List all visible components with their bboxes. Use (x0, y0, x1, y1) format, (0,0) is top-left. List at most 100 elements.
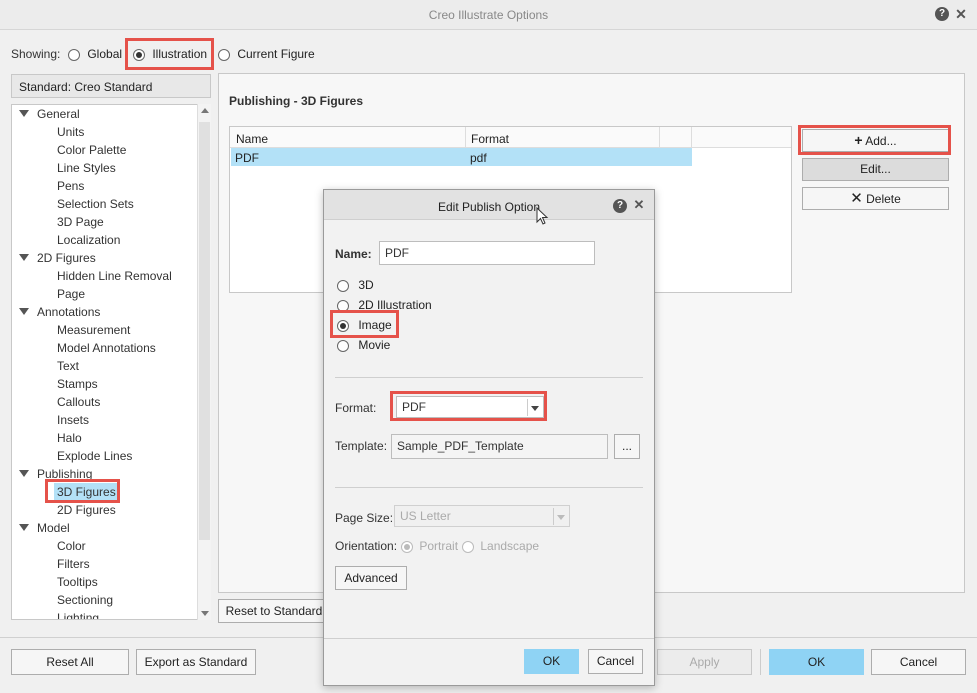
close-icon[interactable]: ✕ (954, 7, 968, 21)
export-as-standard-button[interactable]: Export as Standard (136, 649, 256, 675)
tree-item-3d-page[interactable]: 3D Page (57, 213, 104, 231)
dialog-close-icon[interactable]: ✕ (632, 198, 646, 212)
tree-scrollbar[interactable] (197, 104, 211, 620)
options-tree: General Units Color Palette Line Styles … (11, 104, 211, 620)
add-button[interactable]: + Add... (802, 129, 949, 152)
column-divider (659, 127, 660, 148)
type-movie-option[interactable]: Movie (337, 338, 390, 352)
tree-item-localization[interactable]: Localization (57, 231, 120, 249)
dialog-title: Edit Publish Option (437, 200, 541, 214)
tree-item-color[interactable]: Color (57, 537, 86, 555)
radio-icon[interactable] (337, 279, 349, 292)
dialog-help-icon[interactable]: ? (613, 199, 627, 213)
tree-item-color-palette[interactable]: Color Palette (57, 141, 126, 159)
radio-icon[interactable] (337, 339, 349, 352)
template-browse-button[interactable]: ... (614, 434, 640, 459)
expand-icon[interactable] (19, 470, 29, 477)
tree-item-hidden-line-removal[interactable]: Hidden Line Removal (57, 267, 172, 285)
tree-item-halo[interactable]: Halo (57, 429, 82, 447)
tree-item-sectioning[interactable]: Sectioning (57, 591, 113, 609)
template-input[interactable]: Sample_PDF_Template (391, 434, 608, 459)
tree-item-annotations[interactable]: Annotations (37, 303, 100, 321)
footer-separator (760, 649, 761, 675)
radio-selected-icon[interactable] (401, 540, 413, 553)
dialog-cancel-button[interactable]: Cancel (588, 649, 643, 674)
showing-illustration-option[interactable]: Illustration (133, 47, 207, 61)
dialog-divider (335, 487, 643, 488)
edit-publish-option-dialog: Edit Publish Option ? ✕ Name: PDF 3D 2D … (323, 189, 655, 686)
dialog-footer-divider (324, 638, 654, 639)
chevron-down-icon[interactable] (553, 508, 567, 525)
scroll-thumb[interactable] (199, 122, 210, 540)
tree-item-pens[interactable]: Pens (57, 177, 84, 195)
type-3d-option[interactable]: 3D (337, 278, 374, 292)
current-figure-label: Current Figure (237, 47, 315, 61)
tree-item-model[interactable]: Model (37, 519, 70, 537)
name-input[interactable]: PDF (379, 241, 595, 265)
tree-item-filters[interactable]: Filters (57, 555, 90, 573)
row-format-cell: pdf (470, 151, 487, 165)
column-name-header[interactable]: Name (236, 132, 268, 146)
radio-icon[interactable] (462, 540, 474, 553)
reset-to-standard-button[interactable]: Reset to Standard (218, 599, 330, 623)
tree-item-units[interactable]: Units (57, 123, 84, 141)
radio-icon[interactable] (218, 48, 230, 61)
tree-item-insets[interactable]: Insets (57, 411, 89, 429)
radio-icon[interactable] (68, 48, 80, 61)
tree-item-callouts[interactable]: Callouts (57, 393, 100, 411)
reset-all-button[interactable]: Reset All (11, 649, 129, 675)
panel-title: Publishing - 3D Figures (229, 94, 364, 108)
column-divider (691, 127, 692, 148)
delete-button[interactable]: ✕ Delete (802, 187, 949, 210)
tree-item-2d-figures[interactable]: 2D Figures (37, 249, 96, 267)
chevron-down-icon[interactable] (527, 399, 541, 416)
tree-item-selection-sets[interactable]: Selection Sets (57, 195, 134, 213)
dialog-divider (335, 377, 643, 378)
format-label: Format: (335, 401, 377, 415)
tree-item-model-annotations[interactable]: Model Annotations (57, 339, 156, 357)
radio-selected-icon[interactable] (133, 48, 145, 61)
tree-item-explode-lines[interactable]: Explode Lines (57, 447, 132, 465)
row-name-cell: PDF (235, 151, 259, 165)
column-format-header[interactable]: Format (471, 132, 509, 146)
tree-item-publishing[interactable]: Publishing (37, 465, 92, 483)
expand-icon[interactable] (19, 254, 29, 261)
format-dropdown[interactable]: PDF (396, 396, 544, 418)
tree-item-page[interactable]: Page (57, 285, 85, 303)
tree-item-tooltips[interactable]: Tooltips (57, 573, 98, 591)
tree-item-line-styles[interactable]: Line Styles (57, 159, 116, 177)
expand-icon[interactable] (19, 308, 29, 315)
tree-item-text[interactable]: Text (57, 357, 79, 375)
tree-item-general[interactable]: General (37, 105, 80, 123)
tree-item-3d-figures-selected[interactable]: 3D Figures (54, 483, 119, 501)
showing-global-option[interactable]: Global (68, 47, 122, 61)
type-2d-illustration-option[interactable]: 2D Illustration (337, 298, 432, 312)
type-image-option[interactable]: Image (337, 318, 392, 332)
orientation-landscape-option[interactable]: Landscape (462, 539, 539, 553)
tree-item-measurement[interactable]: Measurement (57, 321, 130, 339)
advanced-button[interactable]: Advanced (335, 566, 407, 590)
window-title: Creo Illustrate Options (428, 8, 549, 22)
apply-button[interactable]: Apply (657, 649, 752, 675)
type-movie-label: Movie (358, 338, 391, 352)
tree-item-publishing-2d-figures[interactable]: 2D Figures (57, 501, 116, 519)
table-row[interactable]: PDF pdf (231, 148, 692, 166)
mouse-cursor-icon (536, 207, 549, 225)
expand-icon[interactable] (19, 110, 29, 117)
radio-selected-icon[interactable] (337, 319, 349, 332)
page-size-dropdown[interactable]: US Letter (394, 505, 570, 527)
edit-button[interactable]: Edit... (802, 158, 949, 181)
help-icon[interactable]: ? (935, 7, 949, 21)
dialog-ok-button[interactable]: OK (524, 649, 579, 674)
expand-icon[interactable] (19, 524, 29, 531)
format-value: PDF (402, 400, 426, 414)
scroll-up-icon[interactable] (201, 108, 209, 113)
orientation-portrait-option[interactable]: Portrait (401, 539, 458, 553)
tree-item-stamps[interactable]: Stamps (57, 375, 98, 393)
cancel-button[interactable]: Cancel (871, 649, 966, 675)
scroll-down-icon[interactable] (201, 611, 209, 616)
radio-icon[interactable] (337, 299, 349, 312)
showing-current-figure-option[interactable]: Current Figure (218, 47, 315, 61)
ok-button[interactable]: OK (769, 649, 864, 675)
tree-item-lighting[interactable]: Lighting (57, 609, 99, 619)
